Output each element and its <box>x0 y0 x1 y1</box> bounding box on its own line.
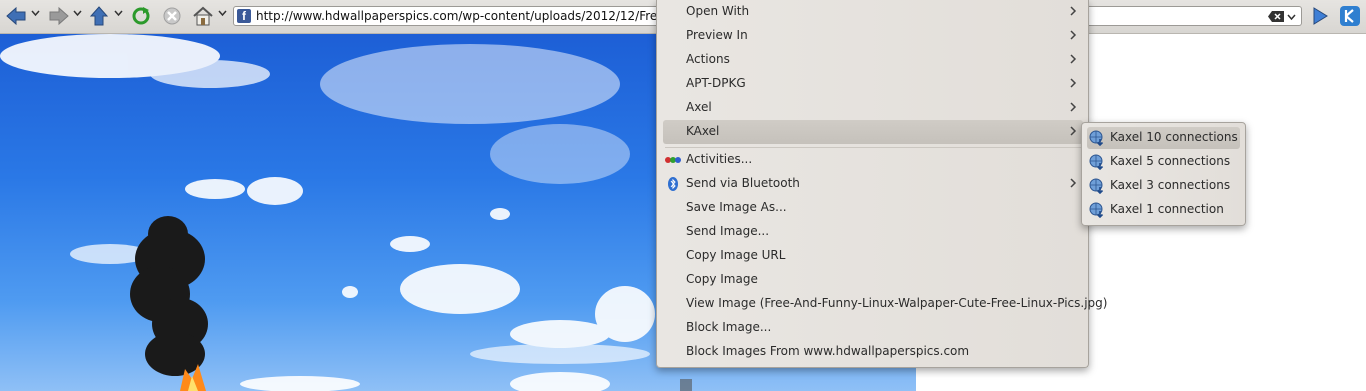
menu-item-label: Actions <box>686 52 730 66</box>
menu-item-kaxel[interactable]: KAxel <box>663 120 1083 144</box>
up-dropdown-icon[interactable] <box>114 9 123 17</box>
download-globe-icon <box>1089 178 1104 194</box>
submenu-item-label: Kaxel 1 connection <box>1110 202 1224 216</box>
submenu-arrow-icon <box>1070 78 1077 88</box>
submenu-item-label: Kaxel 3 connections <box>1110 178 1231 192</box>
menu-item-label: Send Image... <box>686 224 770 238</box>
menu-item-preview-in[interactable]: Preview In <box>663 24 1083 48</box>
submenu-item-label: Kaxel 5 connections <box>1110 154 1231 168</box>
stop-icon[interactable] <box>160 5 184 27</box>
menu-item-view-image[interactable]: View Image (Free-And-Funny-Linux-Walpape… <box>663 292 1107 316</box>
menu-item-label: Copy Image <box>686 272 758 286</box>
context-menu: Open With Preview In Actions APT-DPKG Ax… <box>656 0 1107 368</box>
menu-item-send-via-bluetooth[interactable]: Send via Bluetooth <box>663 172 1083 196</box>
menu-item-send-image[interactable]: Send Image... <box>663 220 1083 244</box>
menu-item-actions[interactable]: Actions <box>663 48 1083 72</box>
forward-icon[interactable] <box>47 5 71 27</box>
menu-item-label: Save Image As... <box>686 200 787 214</box>
menu-item-axel[interactable]: Axel <box>663 96 1083 120</box>
menu-item-label: APT-DPKG <box>686 76 746 90</box>
menu-item-label: Block Image... <box>686 320 772 334</box>
submenu-item-label: Kaxel 10 connections <box>1110 130 1238 144</box>
menu-item-copy-image-url[interactable]: Copy Image URL <box>663 244 1083 268</box>
download-globe-icon <box>1089 130 1104 146</box>
menu-item-label: Axel <box>686 100 712 114</box>
clear-icon[interactable] <box>1268 11 1284 22</box>
submenu-arrow-icon <box>1070 126 1077 136</box>
menu-item-save-image-as[interactable]: Save Image As... <box>663 196 1083 220</box>
kde-icon[interactable] <box>1338 5 1362 27</box>
up-icon[interactable] <box>88 5 110 27</box>
favicon: f <box>237 9 251 23</box>
forward-dropdown-icon[interactable] <box>73 9 82 17</box>
back-icon[interactable] <box>4 5 28 27</box>
submenu-arrow-icon <box>1070 6 1077 16</box>
menu-item-block-images-from[interactable]: Block Images From www.hdwallpaperspics.c… <box>663 340 1083 364</box>
menu-item-label: View Image (Free-And-Funny-Linux-Walpape… <box>686 296 1108 310</box>
home-dropdown-icon[interactable] <box>218 9 227 17</box>
back-dropdown-icon[interactable] <box>31 9 40 17</box>
menu-item-label: Block Images From www.hdwallpaperspics.c… <box>686 344 970 358</box>
menu-item-activities[interactable]: Activities... <box>663 148 1083 172</box>
location-input-right[interactable] <box>1088 6 1302 26</box>
submenu-item-kaxel-10[interactable]: Kaxel 10 connections <box>1087 127 1240 149</box>
submenu-arrow-icon <box>1070 178 1077 188</box>
menu-item-block-image[interactable]: Block Image... <box>663 316 1083 340</box>
url-bar[interactable]: f http://www.hdwallpaperspics.com/wp-con… <box>233 6 978 26</box>
home-icon[interactable] <box>191 5 215 27</box>
kaxel-submenu: Kaxel 10 connections Kaxel 5 connections… <box>1081 122 1246 226</box>
download-globe-icon <box>1089 202 1104 218</box>
submenu-item-kaxel-1[interactable]: Kaxel 1 connection <box>1087 199 1240 221</box>
submenu-arrow-icon <box>1070 54 1077 64</box>
reload-icon[interactable] <box>129 5 153 27</box>
download-globe-icon <box>1089 154 1104 170</box>
menu-item-label: Preview In <box>686 28 748 42</box>
menu-item-label: Copy Image URL <box>686 248 786 262</box>
submenu-arrow-icon <box>1070 30 1077 40</box>
submenu-arrow-icon <box>1070 102 1077 112</box>
menu-item-label: KAxel <box>686 124 720 138</box>
menu-item-open-with[interactable]: Open With <box>663 0 1083 24</box>
activities-icon <box>665 157 681 163</box>
bluetooth-icon <box>668 177 678 191</box>
menu-item-label: Send via Bluetooth <box>686 176 800 190</box>
menu-item-copy-image[interactable]: Copy Image <box>663 268 1083 292</box>
submenu-item-kaxel-5[interactable]: Kaxel 5 connections <box>1087 151 1240 173</box>
menu-item-apt-dpkg[interactable]: APT-DPKG <box>663 72 1083 96</box>
submenu-item-kaxel-3[interactable]: Kaxel 3 connections <box>1087 175 1240 197</box>
menu-item-label: Activities... <box>686 152 753 166</box>
menu-item-label: Open With <box>686 4 750 18</box>
go-icon[interactable] <box>1309 5 1331 27</box>
history-dropdown-icon[interactable] <box>1287 13 1296 21</box>
